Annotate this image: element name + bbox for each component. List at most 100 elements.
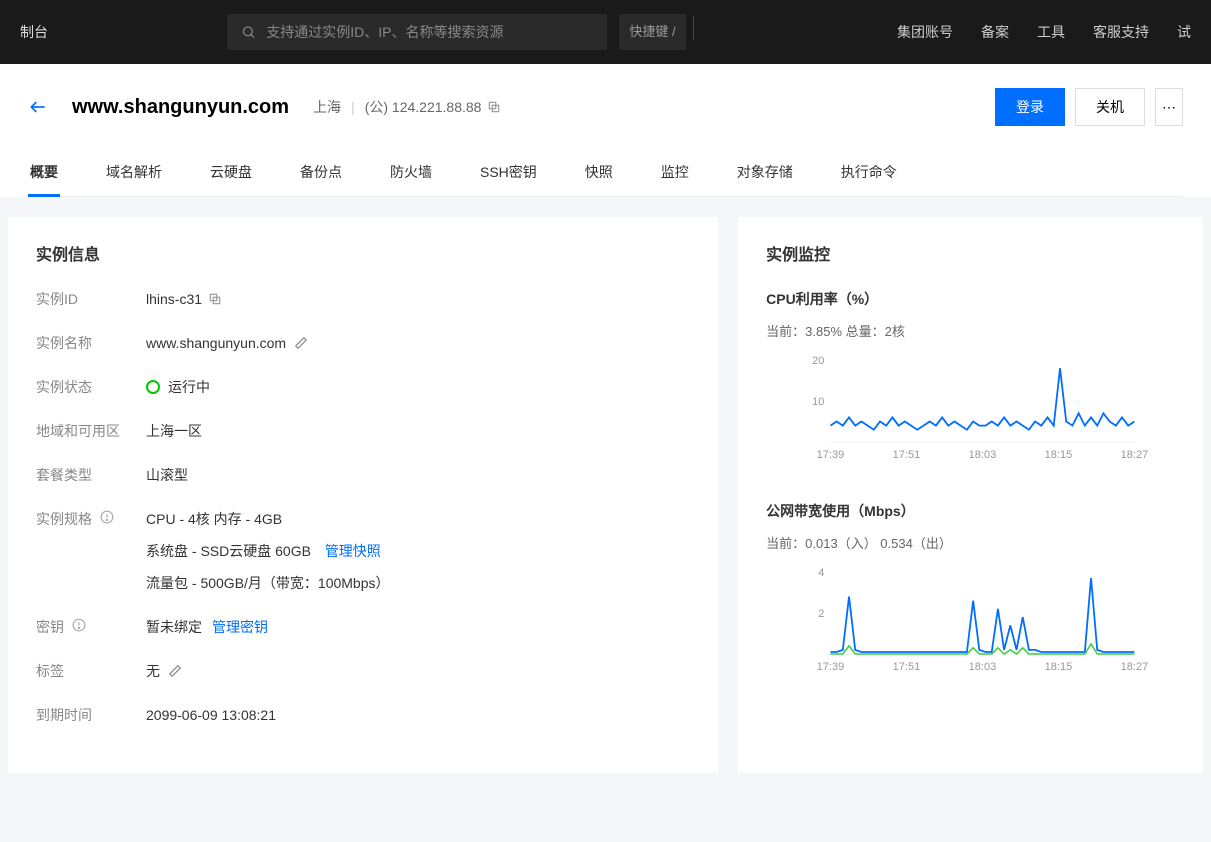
label-zone: 地域和可用区 bbox=[36, 421, 146, 441]
svg-text:18:15: 18:15 bbox=[1045, 449, 1073, 461]
label-spec: 实例规格 bbox=[36, 509, 146, 593]
label-name: 实例名称 bbox=[36, 333, 146, 353]
search-icon bbox=[241, 24, 256, 40]
tab-sshkey[interactable]: SSH密钥 bbox=[478, 154, 539, 196]
value-plan: 山滚型 bbox=[146, 465, 188, 485]
spec-label-text: 实例规格 bbox=[36, 511, 92, 527]
value-tag: 无 bbox=[146, 661, 182, 681]
edit-icon[interactable] bbox=[168, 664, 182, 678]
header-row: www.shangunyun.com 上海 | (公) 124.221.88.8… bbox=[28, 88, 1183, 126]
edit-icon[interactable] bbox=[294, 336, 308, 350]
shutdown-button[interactable]: 关机 bbox=[1075, 88, 1145, 126]
spec-bw: 流量包 - 500GB/月（带宽：100Mbps） bbox=[146, 573, 390, 593]
topbar-link-beian[interactable]: 备案 bbox=[981, 22, 1009, 42]
label-expire: 到期时间 bbox=[36, 705, 146, 725]
cpu-chart-title: CPU利用率（%） bbox=[766, 289, 1175, 309]
tab-disk[interactable]: 云硬盘 bbox=[208, 154, 254, 196]
label-status: 实例状态 bbox=[36, 377, 146, 397]
search-box[interactable] bbox=[227, 14, 607, 50]
label-tag: 标签 bbox=[36, 661, 146, 681]
tab-overview[interactable]: 概要 bbox=[28, 154, 60, 196]
row-key: 密钥 暂未绑定 管理密钥 bbox=[36, 617, 690, 637]
key-text: 暂未绑定 bbox=[146, 617, 202, 637]
name-text: www.shangunyun.com bbox=[146, 335, 286, 351]
label-key: 密钥 bbox=[36, 617, 146, 637]
tab-exec[interactable]: 执行命令 bbox=[839, 154, 899, 196]
svg-text:18:27: 18:27 bbox=[1121, 449, 1149, 461]
row-status: 实例状态 运行中 bbox=[36, 377, 690, 397]
tab-snapshot[interactable]: 快照 bbox=[583, 154, 615, 196]
manage-snapshot-link[interactable]: 管理快照 bbox=[325, 543, 381, 559]
manage-key-link[interactable]: 管理密钥 bbox=[212, 617, 268, 637]
cpu-chart-section: CPU利用率（%） 当前：3.85% 总量：2核 10 20 17:39 17:51 1… bbox=[766, 289, 1175, 467]
label-instance-id: 实例ID bbox=[36, 289, 146, 309]
tab-backup[interactable]: 备份点 bbox=[298, 154, 344, 196]
bw-chart: 2 4 17:39 17:51 18:03 18:15 18:27 bbox=[766, 566, 1175, 676]
topbar-link-tools[interactable]: 工具 bbox=[1037, 22, 1065, 42]
row-zone: 地域和可用区 上海一区 bbox=[36, 421, 690, 441]
row-spec: 实例规格 CPU - 4核 内存 - 4GB 系统盘 - SSD云硬盘 60GB… bbox=[36, 509, 690, 593]
topbar-links: 集团账号 备案 工具 客服支持 试 bbox=[897, 22, 1191, 42]
tab-monitor[interactable]: 监控 bbox=[659, 154, 691, 196]
svg-text:2: 2 bbox=[818, 608, 824, 620]
svg-text:18:15: 18:15 bbox=[1045, 661, 1073, 673]
topbar-link-support[interactable]: 客服支持 bbox=[1093, 22, 1149, 42]
shortcut-hint: 快捷键 / bbox=[619, 14, 685, 50]
instance-id-text: lhins-c31 bbox=[146, 291, 202, 307]
svg-text:17:39: 17:39 bbox=[817, 661, 845, 673]
help-icon[interactable] bbox=[100, 510, 114, 524]
tab-dns[interactable]: 域名解析 bbox=[104, 154, 164, 196]
row-instance-id: 实例ID lhins-c31 bbox=[36, 289, 690, 309]
value-key: 暂未绑定 管理密钥 bbox=[146, 617, 268, 637]
public-ip: (公) 124.221.88.88 bbox=[365, 97, 482, 117]
svg-text:17:51: 17:51 bbox=[893, 449, 921, 461]
header-meta: 上海 | (公) 124.221.88.88 bbox=[313, 97, 501, 117]
row-plan: 套餐类型 山滚型 bbox=[36, 465, 690, 485]
cpu-chart: 102017:3917:5118:0318:1518:27 bbox=[766, 354, 1175, 464]
help-icon[interactable] bbox=[72, 618, 86, 632]
copy-icon[interactable] bbox=[487, 100, 501, 114]
tab-firewall[interactable]: 防火墙 bbox=[388, 154, 434, 196]
value-name: www.shangunyun.com bbox=[146, 333, 308, 353]
svg-text:20: 20 bbox=[812, 355, 824, 367]
value-expire: 2099-06-09 13:08:21 bbox=[146, 705, 276, 725]
info-panel-title: 实例信息 bbox=[36, 241, 690, 265]
svg-text:17:51: 17:51 bbox=[893, 661, 921, 673]
spec-disk: 系统盘 - SSD云硬盘 60GB bbox=[146, 543, 311, 559]
key-label-text: 密钥 bbox=[36, 619, 64, 635]
back-arrow-icon[interactable] bbox=[28, 97, 48, 117]
value-status: 运行中 bbox=[146, 377, 210, 397]
monitor-panel-title: 实例监控 bbox=[766, 241, 1175, 265]
status-dot-icon bbox=[146, 380, 160, 394]
content: 实例信息 实例ID lhins-c31 实例名称 www.shangunyun.… bbox=[0, 197, 1211, 793]
tab-cos[interactable]: 对象存储 bbox=[735, 154, 795, 196]
row-name: 实例名称 www.shangunyun.com bbox=[36, 333, 690, 353]
value-zone: 上海一区 bbox=[146, 421, 202, 441]
topbar-link-account[interactable]: 集团账号 bbox=[897, 22, 953, 42]
cpu-chart-sub: 当前：3.85% 总量：2核 bbox=[766, 321, 1175, 340]
bw-chart-sub: 当前：0.013（入） 0.534（出） bbox=[766, 533, 1175, 552]
copy-icon[interactable] bbox=[208, 292, 222, 306]
bw-chart-section: 公网带宽使用（Mbps） 当前：0.013（入） 0.534（出） 2417:3… bbox=[766, 501, 1175, 679]
row-tag: 标签 无 bbox=[36, 661, 690, 681]
instance-info-panel: 实例信息 实例ID lhins-c31 实例名称 www.shangunyun.… bbox=[8, 217, 718, 773]
value-spec: CPU - 4核 内存 - 4GB 系统盘 - SSD云硬盘 60GB 管理快照… bbox=[146, 509, 390, 593]
more-button[interactable]: ⋯ bbox=[1155, 88, 1183, 126]
topbar-link-try[interactable]: 试 bbox=[1177, 22, 1191, 42]
svg-text:18:03: 18:03 bbox=[969, 661, 997, 673]
label-plan: 套餐类型 bbox=[36, 465, 146, 485]
console-label[interactable]: 制台 bbox=[20, 22, 48, 42]
status-text: 运行中 bbox=[168, 377, 210, 397]
page-header: www.shangunyun.com 上海 | (公) 124.221.88.8… bbox=[0, 64, 1211, 197]
meta-separator: | bbox=[351, 99, 355, 115]
svg-text:10: 10 bbox=[812, 396, 824, 408]
svg-text:17:39: 17:39 bbox=[817, 449, 845, 461]
svg-text:4: 4 bbox=[818, 567, 824, 579]
search-input[interactable] bbox=[266, 24, 593, 40]
svg-text:18:27: 18:27 bbox=[1121, 661, 1149, 673]
region-label: 上海 bbox=[313, 97, 341, 117]
tab-bar: 概要 域名解析 云硬盘 备份点 防火墙 SSH密钥 快照 监控 对象存储 执行命… bbox=[28, 154, 1183, 197]
login-button[interactable]: 登录 bbox=[995, 88, 1065, 126]
spec-cpu: CPU - 4核 内存 - 4GB bbox=[146, 509, 282, 529]
spec-disk-row: 系统盘 - SSD云硬盘 60GB 管理快照 bbox=[146, 541, 381, 561]
